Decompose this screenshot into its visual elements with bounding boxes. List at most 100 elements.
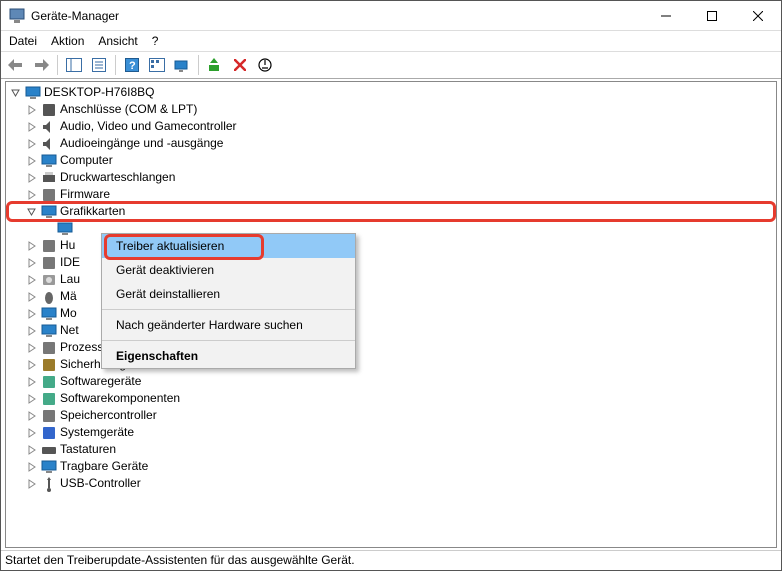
- chevron-right-icon[interactable]: [26, 104, 38, 116]
- tree-item[interactable]: Anschlüsse (COM & LPT): [8, 101, 774, 118]
- tree-item[interactable]: USB-Controller: [8, 475, 774, 492]
- disk-icon: [41, 272, 57, 288]
- chevron-right-icon[interactable]: [26, 257, 38, 269]
- titlebar: Geräte-Manager: [1, 1, 781, 31]
- chevron-right-icon[interactable]: [26, 478, 38, 490]
- menu-file[interactable]: Datei: [9, 34, 37, 48]
- chevron-right-icon[interactable]: [26, 376, 38, 388]
- chevron-right-icon[interactable]: [42, 223, 54, 235]
- small-icons-button[interactable]: [146, 54, 168, 76]
- context-menu-item[interactable]: Gerät deinstallieren: [102, 282, 355, 306]
- chevron-right-icon[interactable]: [26, 121, 38, 133]
- chevron-right-icon[interactable]: [26, 274, 38, 286]
- printer-icon: [41, 170, 57, 186]
- chevron-down-icon[interactable]: [26, 206, 38, 218]
- chevron-down-icon[interactable]: [10, 87, 22, 99]
- port-icon: [41, 102, 57, 118]
- tree-item[interactable]: Druckwarteschlangen: [8, 169, 774, 186]
- computer-icon: [25, 85, 41, 101]
- security-icon: [41, 357, 57, 373]
- statusbar: Startet den Treiberupdate-Assistenten fü…: [1, 550, 781, 570]
- chip-icon: [41, 187, 57, 203]
- app-icon: [9, 8, 25, 24]
- chevron-right-icon[interactable]: [26, 189, 38, 201]
- tree-item-label: Tastaturen: [60, 441, 116, 458]
- tree-item-label: Tragbare Geräte: [60, 458, 148, 475]
- tree-item-label: Audio, Video und Gamecontroller: [60, 118, 237, 135]
- monitor-icon: [41, 204, 57, 220]
- context-menu-item[interactable]: Treiber aktualisieren: [102, 234, 355, 258]
- menubar: Datei Aktion Ansicht ?: [1, 31, 781, 51]
- chevron-right-icon[interactable]: [26, 138, 38, 150]
- tree-item[interactable]: Tragbare Geräte: [8, 458, 774, 475]
- monitor-icon: [41, 153, 57, 169]
- statusbar-text: Startet den Treiberupdate-Assistenten fü…: [5, 553, 355, 567]
- tree-item-label: Grafikkarten: [60, 203, 125, 220]
- window-title: Geräte-Manager: [31, 9, 643, 23]
- minimize-button[interactable]: [643, 1, 689, 30]
- hid-icon: [41, 238, 57, 254]
- tree-item[interactable]: Grafikkarten: [8, 203, 774, 220]
- tree-item[interactable]: Softwaregeräte: [8, 373, 774, 390]
- portable-icon: [41, 459, 57, 475]
- window-controls: [643, 1, 781, 30]
- storage-icon: [41, 408, 57, 424]
- menu-help[interactable]: ?: [152, 34, 159, 48]
- cpu-icon: [41, 340, 57, 356]
- uninstall-button[interactable]: [229, 54, 251, 76]
- context-menu-item[interactable]: Nach geänderter Hardware suchen: [102, 313, 355, 337]
- tree-item[interactable]: Softwarekomponenten: [8, 390, 774, 407]
- tree-item[interactable]: Firmware: [8, 186, 774, 203]
- tree-item-label: Softwarekomponenten: [60, 390, 180, 407]
- help-button[interactable]: ?: [121, 54, 143, 76]
- tree-item-label: Net: [60, 322, 79, 339]
- tree-item[interactable]: Audioeingänge und -ausgänge: [8, 135, 774, 152]
- mouse-icon: [41, 289, 57, 305]
- chevron-right-icon[interactable]: [26, 325, 38, 337]
- context-menu-item[interactable]: Eigenschaften: [102, 344, 355, 368]
- tree-root[interactable]: DESKTOP-H76I8BQ: [8, 84, 774, 101]
- properties-button[interactable]: [88, 54, 110, 76]
- chevron-right-icon[interactable]: [26, 342, 38, 354]
- chevron-right-icon[interactable]: [26, 155, 38, 167]
- chevron-right-icon[interactable]: [26, 393, 38, 405]
- chevron-right-icon[interactable]: [26, 444, 38, 456]
- menu-view[interactable]: Ansicht: [98, 34, 137, 48]
- tree-item[interactable]: Computer: [8, 152, 774, 169]
- maximize-button[interactable]: [689, 1, 735, 30]
- tree-item-label: Druckwarteschlangen: [60, 169, 175, 186]
- chevron-right-icon[interactable]: [26, 291, 38, 303]
- tree-item-label: Speichercontroller: [60, 407, 157, 424]
- tree-item-label: Systemgeräte: [60, 424, 134, 441]
- disable-button[interactable]: [254, 54, 276, 76]
- chevron-right-icon[interactable]: [26, 240, 38, 252]
- tree-item[interactable]: Tastaturen: [8, 441, 774, 458]
- menu-action[interactable]: Aktion: [51, 34, 84, 48]
- forward-button[interactable]: [30, 54, 52, 76]
- tree-item[interactable]: Speichercontroller: [8, 407, 774, 424]
- show-hide-console-tree-button[interactable]: [63, 54, 85, 76]
- update-driver-button[interactable]: [204, 54, 226, 76]
- back-button[interactable]: [5, 54, 27, 76]
- audio-icon: [41, 119, 57, 135]
- tree-item-label: Mo: [60, 305, 77, 322]
- chevron-right-icon[interactable]: [26, 461, 38, 473]
- close-button[interactable]: [735, 1, 781, 30]
- chevron-right-icon[interactable]: [26, 427, 38, 439]
- tree-item-label: Firmware: [60, 186, 110, 203]
- tree-item-label: Audioeingänge und -ausgänge: [60, 135, 223, 152]
- tree-item-label: USB-Controller: [60, 475, 141, 492]
- context-menu: Treiber aktualisierenGerät deaktivierenG…: [101, 233, 356, 369]
- chevron-right-icon[interactable]: [26, 172, 38, 184]
- chevron-right-icon[interactable]: [26, 410, 38, 422]
- context-menu-item[interactable]: Gerät deaktivieren: [102, 258, 355, 282]
- chevron-right-icon[interactable]: [26, 308, 38, 320]
- tree-item-label: Anschlüsse (COM & LPT): [60, 101, 197, 118]
- tree-item-label: Mä: [60, 288, 77, 305]
- tree-item[interactable]: Audio, Video und Gamecontroller: [8, 118, 774, 135]
- storage-icon: [41, 255, 57, 271]
- network-icon: [41, 323, 57, 339]
- scan-hardware-button[interactable]: [171, 54, 193, 76]
- tree-item[interactable]: Systemgeräte: [8, 424, 774, 441]
- chevron-right-icon[interactable]: [26, 359, 38, 371]
